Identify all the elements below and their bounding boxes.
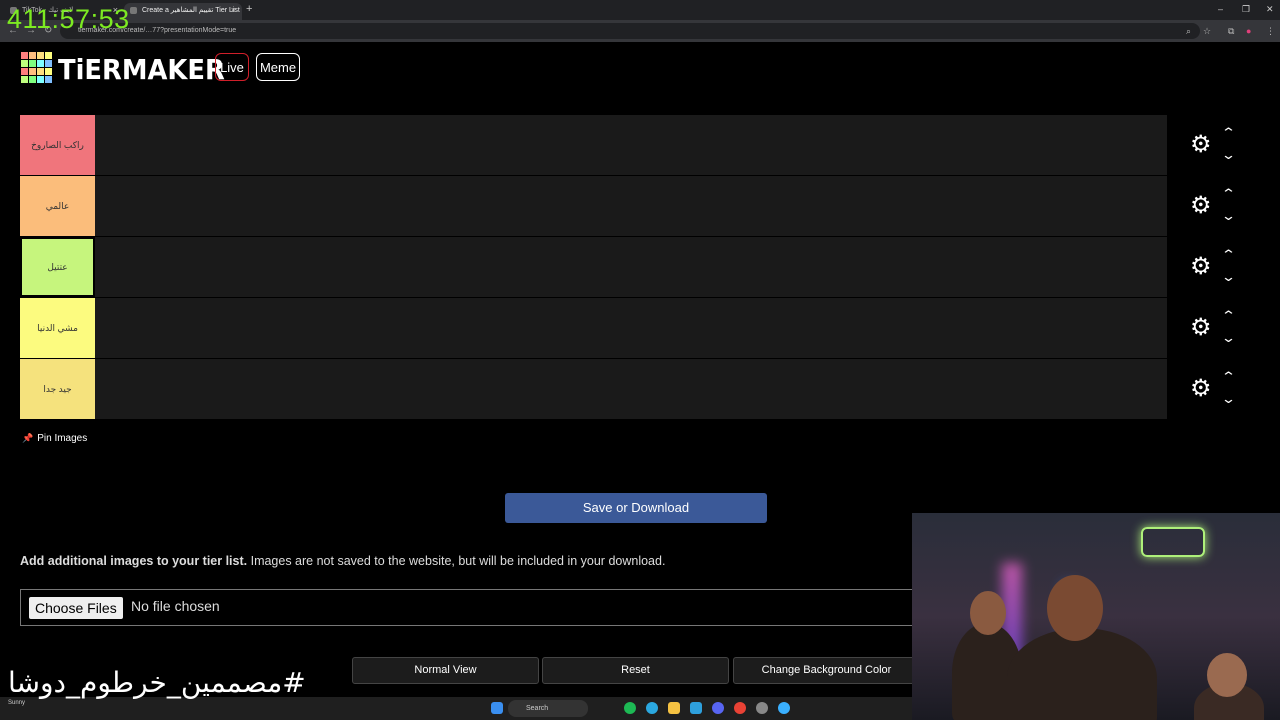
chevron-down-icon[interactable]: ⌄: [1221, 269, 1236, 285]
chevron-up-icon[interactable]: ⌃: [1221, 369, 1236, 385]
add-images-instructions: Add additional images to your tier list.…: [20, 554, 665, 568]
edge-icon[interactable]: [646, 702, 658, 714]
close-tab-icon[interactable]: ×: [231, 3, 236, 18]
windows-taskbar: Sunny Search: [0, 697, 912, 720]
streamer-silhouette: [1007, 628, 1157, 720]
chevron-down-icon[interactable]: ⌄: [1221, 391, 1236, 407]
app-icon[interactable]: [778, 702, 790, 714]
tier-label[interactable]: مشي الدنيا: [20, 298, 95, 358]
browser-tab-2[interactable]: Create a تقييم المشاهير Tier List ×: [124, 3, 242, 20]
tier-list: راكب الصاروخ ⚙ ⌃ ⌄ عالمي ⚙ ⌃ ⌄ عتتيل ⚙ ⌃…: [20, 115, 1236, 420]
tab-title: Create a تقييم المشاهير Tier List: [142, 7, 240, 14]
neon-sign-decoration: [1141, 527, 1205, 557]
add-images-note: Images are not saved to the website, but…: [247, 554, 666, 568]
pin-images-label: Pin Images: [37, 433, 88, 444]
add-images-heading: Add additional images to your tier list.: [20, 554, 248, 568]
streamer-head: [1047, 575, 1103, 641]
restore-icon[interactable]: ❐: [1242, 4, 1250, 15]
gear-icon[interactable]: ⚙: [1190, 194, 1212, 218]
stream-timer: 411:57:53: [7, 4, 130, 34]
site-logo-text[interactable]: TiERMAKER: [58, 53, 225, 86]
reset-button[interactable]: Reset: [542, 657, 729, 684]
normal-view-button[interactable]: Normal View: [352, 657, 539, 684]
tier-row[interactable]: عالمي ⚙ ⌃ ⌄: [20, 176, 1236, 236]
gear-icon[interactable]: ⚙: [1190, 255, 1212, 279]
close-window-icon[interactable]: ✕: [1266, 4, 1274, 15]
new-tab-icon[interactable]: +: [246, 3, 252, 15]
chevron-up-icon[interactable]: ⌃: [1221, 308, 1236, 324]
weather-widget[interactable]: Sunny: [8, 700, 25, 706]
tiermaker-favicon-icon: [130, 7, 137, 14]
chrome-icon[interactable]: [734, 702, 746, 714]
address-bar-row: ← → ↻ tiermaker.com/create/…77?presentat…: [0, 20, 1280, 42]
gear-icon[interactable]: ⚙: [1190, 316, 1212, 340]
chevron-up-icon[interactable]: ⌃: [1221, 186, 1236, 202]
profile-avatar[interactable]: ●: [1246, 26, 1251, 36]
tier-label[interactable]: جيد جدا: [20, 359, 95, 419]
file-status: No file chosen: [131, 598, 220, 614]
tier-controls: ⚙ ⌃ ⌄: [1190, 359, 1250, 419]
tier-controls: ⚙ ⌃ ⌄: [1190, 115, 1250, 175]
file-explorer-icon[interactable]: [668, 702, 680, 714]
tier-label[interactable]: عتتيل: [20, 237, 95, 297]
url-field[interactable]: tiermaker.com/create/…77?presentationMod…: [60, 23, 1200, 39]
bookmark-star-icon[interactable]: ☆: [1203, 26, 1211, 37]
zoom-icon[interactable]: ⌕: [1186, 26, 1191, 37]
tier-controls: ⚙ ⌃ ⌄: [1190, 298, 1250, 358]
taskbar-search-label: Search: [526, 705, 549, 712]
stream-hashtag: #مصممين_خرطوم_دوشا: [8, 666, 306, 699]
chevron-down-icon[interactable]: ⌄: [1221, 147, 1236, 163]
live-button[interactable]: Live: [215, 53, 249, 81]
tier-controls: ⚙ ⌃ ⌄: [1190, 176, 1250, 236]
save-or-download-button[interactable]: Save or Download: [505, 493, 767, 523]
taskbar-search[interactable]: Search: [508, 700, 588, 717]
discord-icon[interactable]: [712, 702, 724, 714]
webcam-overlay: [912, 513, 1280, 720]
tier-row[interactable]: جيد جدا ⚙ ⌃ ⌄: [20, 359, 1236, 419]
tier-label[interactable]: راكب الصاروخ: [20, 115, 95, 175]
change-background-color-button[interactable]: Change Background Color: [733, 657, 920, 684]
extensions-icon[interactable]: ⧉: [1228, 26, 1234, 37]
child-head: [1207, 653, 1247, 697]
chevron-up-icon[interactable]: ⌃: [1221, 247, 1236, 263]
chevron-up-icon[interactable]: ⌃: [1221, 125, 1236, 141]
tier-controls: ⚙ ⌃ ⌄: [1190, 237, 1250, 297]
browser-tab-strip: TikTok - لايف تيك × Create a تقييم المشا…: [0, 0, 1280, 20]
windows-start-icon[interactable]: [491, 702, 503, 714]
tier-row[interactable]: مشي الدنيا ⚙ ⌃ ⌄: [20, 298, 1236, 358]
meme-button[interactable]: Meme: [256, 53, 300, 81]
tier-row[interactable]: عتتيل ⚙ ⌃ ⌄: [20, 237, 1236, 297]
file-upload-field: Choose Files No file chosen: [20, 589, 915, 626]
store-icon[interactable]: [690, 702, 702, 714]
pin-images-toggle[interactable]: 📌 Pin Images: [22, 433, 87, 444]
gear-icon[interactable]: ⚙: [1190, 377, 1212, 401]
gear-icon[interactable]: ⚙: [1190, 133, 1212, 157]
menu-kebab-icon[interactable]: ⋮: [1266, 26, 1275, 37]
tier-label[interactable]: عالمي: [20, 176, 95, 236]
tier-row[interactable]: راكب الصاروخ ⚙ ⌃ ⌄: [20, 115, 1236, 175]
chevron-down-icon[interactable]: ⌄: [1221, 208, 1236, 224]
chevron-down-icon[interactable]: ⌄: [1221, 330, 1236, 346]
minimize-icon[interactable]: –: [1218, 4, 1223, 14]
pushpin-icon: 📌: [22, 433, 34, 443]
streamer-head: [970, 591, 1006, 635]
spotify-icon[interactable]: [624, 702, 636, 714]
tiermaker-logo-icon[interactable]: [21, 52, 52, 83]
choose-files-button[interactable]: Choose Files: [29, 597, 123, 619]
obs-icon[interactable]: [756, 702, 768, 714]
